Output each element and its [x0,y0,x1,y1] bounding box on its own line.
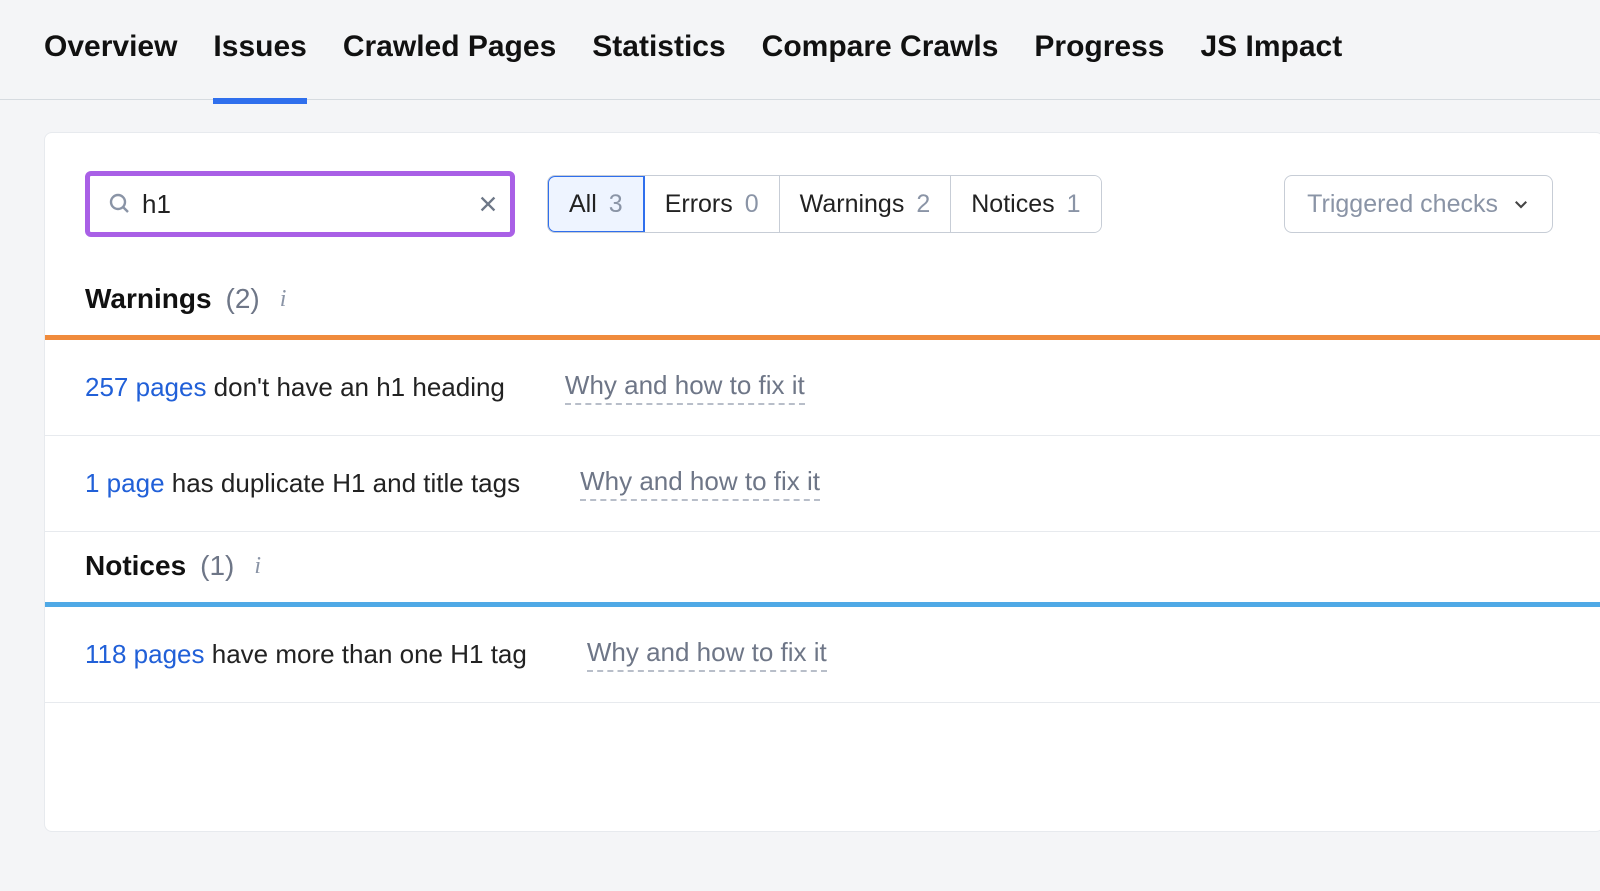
search-box[interactable] [85,171,515,237]
issue-text: 257 pages don't have an h1 heading [85,372,505,403]
search-input[interactable] [142,189,477,220]
tab-progress[interactable]: Progress [1034,0,1164,104]
search-icon [108,192,132,216]
info-icon[interactable]: i [280,286,287,313]
issue-text: 118 pages have more than one H1 tag [85,639,527,670]
filter-label: All [569,190,597,219]
info-icon[interactable]: i [254,553,261,580]
issue-pages-link[interactable]: 257 pages [85,372,206,402]
issue-pages-link[interactable]: 1 page [85,468,165,498]
filter-label: Warnings [800,190,905,219]
filter-label: Errors [665,190,733,219]
tab-statistics[interactable]: Statistics [592,0,725,104]
tab-overview[interactable]: Overview [44,0,177,104]
issue-description: has duplicate H1 and title tags [165,468,521,498]
filter-count: 1 [1067,190,1081,219]
filter-errors[interactable]: Errors 0 [645,176,780,232]
toolbar: All 3 Errors 0 Warnings 2 Notices 1 Trig… [45,171,1600,265]
filter-group: All 3 Errors 0 Warnings 2 Notices 1 [547,175,1102,233]
notices-title: Notices [85,550,186,582]
warnings-count: (2) [226,283,260,315]
filter-count: 0 [745,190,759,219]
fix-link[interactable]: Why and how to fix it [587,637,827,672]
tab-crawled-pages[interactable]: Crawled Pages [343,0,556,104]
fix-link[interactable]: Why and how to fix it [580,466,820,501]
triggered-checks-button[interactable]: Triggered checks [1284,175,1553,233]
issue-description: have more than one H1 tag [205,639,527,669]
filter-label: Notices [971,190,1054,219]
main-tabs: Overview Issues Crawled Pages Statistics… [0,0,1600,100]
tab-js-impact[interactable]: JS Impact [1200,0,1342,104]
filter-count: 3 [609,190,623,219]
issue-row: 1 page has duplicate H1 and title tags W… [45,436,1600,532]
issue-row: 118 pages have more than one H1 tag Why … [45,607,1600,703]
notices-header: Notices (1) i [45,532,1600,602]
chevron-down-icon [1512,195,1530,213]
tab-compare-crawls[interactable]: Compare Crawls [762,0,999,104]
issue-pages-link[interactable]: 118 pages [85,639,205,669]
issue-row: 257 pages don't have an h1 heading Why a… [45,340,1600,436]
filter-warnings[interactable]: Warnings 2 [780,176,952,232]
filter-count: 2 [916,190,930,219]
notices-count: (1) [200,550,234,582]
warnings-header: Warnings (2) i [45,265,1600,335]
clear-icon[interactable] [477,193,499,215]
issues-panel: All 3 Errors 0 Warnings 2 Notices 1 Trig… [44,132,1600,832]
issue-description: don't have an h1 heading [206,372,504,402]
warnings-title: Warnings [85,283,212,315]
issue-text: 1 page has duplicate H1 and title tags [85,468,520,499]
filter-all[interactable]: All 3 [547,175,645,233]
triggered-label: Triggered checks [1307,190,1498,219]
filter-notices[interactable]: Notices 1 [951,176,1100,232]
tab-issues[interactable]: Issues [213,0,306,104]
fix-link[interactable]: Why and how to fix it [565,370,805,405]
